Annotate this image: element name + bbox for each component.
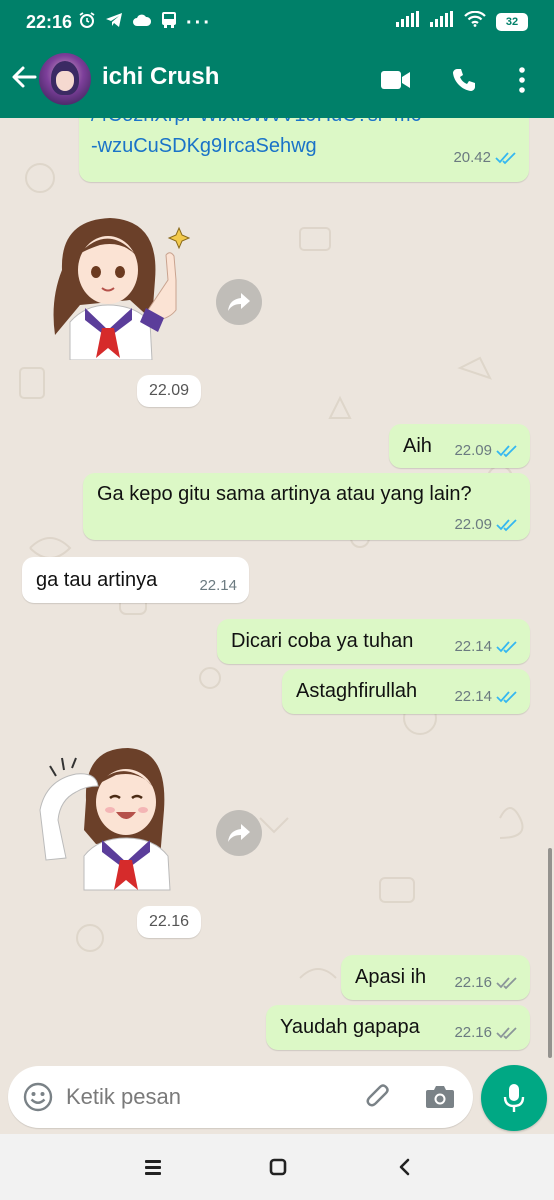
message-meta: 22.09	[454, 516, 518, 533]
message-text: Dicari coba ya tuhan	[231, 630, 414, 652]
message-meta: 22.14	[454, 638, 518, 655]
status-notification-icons: ···	[78, 11, 212, 34]
double-check-read-icon	[496, 518, 517, 531]
more-vertical-icon	[519, 67, 525, 93]
voice-call-button[interactable]	[446, 62, 482, 98]
menu-lines-icon	[145, 1160, 161, 1175]
telegram-icon	[105, 12, 123, 33]
forward-arrow-icon	[228, 824, 250, 842]
message-text: Apasi ih	[355, 966, 427, 988]
video-camera-icon	[381, 71, 410, 89]
message-text: Yaudah gapapa	[280, 1016, 420, 1038]
message-bubble-outgoing[interactable]: Yaudah gapapa 22.16	[266, 1005, 530, 1050]
alarm-icon	[78, 11, 96, 34]
emoji-button[interactable]	[22, 1081, 54, 1113]
system-back-button[interactable]	[389, 1152, 419, 1182]
message-time: 22.16	[454, 1024, 492, 1041]
sticker-thumbs-up[interactable]	[40, 210, 191, 361]
mic-button[interactable]	[481, 1065, 547, 1131]
message-bubble-outgoing[interactable]: Apasi ih 22.16	[341, 955, 530, 1000]
message-bubble-link[interactable]: /4CoznXrpPWiXfoWvV19HdC?si=m6 -wzuCuSDKg…	[79, 118, 529, 182]
message-bubble-outgoing[interactable]: Dicari coba ya tuhan 22.14	[217, 619, 530, 664]
double-check-delivered-icon	[496, 1026, 517, 1039]
sticker-time-badge: 22.09	[137, 375, 202, 407]
phone-icon	[453, 69, 475, 91]
message-meta: 22.09	[454, 442, 518, 459]
message-time: 22.14	[199, 577, 237, 594]
chevron-left-icon	[399, 1158, 410, 1176]
back-button[interactable]	[8, 61, 40, 93]
message-input[interactable]	[66, 1082, 346, 1112]
double-check-read-icon	[496, 690, 517, 703]
double-check-read-icon	[496, 640, 517, 653]
message-time: 22.14	[454, 688, 492, 705]
sticker-time-badge: 22.16	[137, 906, 202, 938]
paperclip-icon	[366, 1084, 389, 1107]
message-time: 20.42	[453, 149, 491, 166]
microphone-icon	[503, 1084, 525, 1112]
message-bubble-outgoing[interactable]: Astaghfirullah 22.14	[282, 669, 530, 714]
message-text: Ga kepo gitu sama artinya atau yang lain…	[97, 483, 472, 505]
camera-icon	[426, 1086, 454, 1108]
message-text: Aih	[403, 435, 432, 457]
message-bubble-outgoing[interactable]: Ga kepo gitu sama artinya atau yang lain…	[83, 473, 530, 540]
avatar[interactable]	[39, 53, 91, 105]
emoji-icon	[23, 1082, 53, 1112]
status-system-icons: 32	[396, 10, 528, 32]
camera-button[interactable]	[424, 1081, 456, 1113]
message-meta: 22.14	[199, 577, 237, 594]
square-home-icon	[269, 1158, 287, 1176]
chat-area[interactable]: /4CoznXrpPWiXfoWvV19HdC?si=m6 -wzuCuSDKg…	[0, 118, 554, 1062]
message-input-bar	[0, 1062, 554, 1134]
message-bubble-incoming[interactable]: ga tau artinya 22.14	[22, 557, 249, 603]
forward-button[interactable]	[216, 279, 262, 325]
double-check-read-icon	[495, 151, 516, 164]
wifi-icon	[464, 10, 486, 32]
home-button[interactable]	[263, 1152, 293, 1182]
recents-button[interactable]	[138, 1152, 168, 1182]
message-input-box	[8, 1066, 473, 1128]
signal-icon	[396, 11, 420, 32]
message-bubble-outgoing[interactable]: Aih 22.09	[389, 424, 530, 468]
double-check-read-icon	[496, 444, 517, 457]
message-text: ga tau artinya	[36, 569, 158, 591]
forward-button[interactable]	[216, 810, 262, 856]
message-link[interactable]: /4CoznXrpPWiXfoWvV19HdC?si=m6 -wzuCuSDKg…	[91, 118, 422, 162]
system-navigation-bar	[0, 1134, 554, 1200]
forward-arrow-icon	[228, 293, 250, 311]
chat-header: ichi Crush	[0, 44, 554, 118]
bus-icon	[161, 11, 177, 34]
menu-button[interactable]	[504, 62, 540, 98]
message-time: 22.14	[454, 638, 492, 655]
chat-scrollbar[interactable]	[548, 848, 552, 1058]
message-meta: 22.16	[454, 974, 518, 991]
message-time: 22.09	[454, 442, 492, 459]
signal-icon-2	[430, 11, 454, 32]
contact-name[interactable]: ichi Crush	[102, 63, 219, 91]
message-meta: 22.14	[454, 688, 518, 705]
top-bar: 22:16 ··· 32 ichi Crush	[0, 0, 554, 118]
video-call-button[interactable]	[378, 62, 414, 98]
more-notifications-icon: ···	[186, 11, 212, 34]
arrow-left-icon	[12, 66, 37, 88]
status-bar: 22:16 ··· 32	[0, 0, 554, 44]
attach-button[interactable]	[362, 1081, 394, 1113]
double-check-delivered-icon	[496, 976, 517, 989]
message-text: Astaghfirullah	[296, 680, 418, 702]
status-time: 22:16	[26, 12, 73, 32]
battery-icon: 32	[496, 12, 528, 31]
message-meta: 20.42	[453, 149, 517, 166]
message-time: 22.16	[454, 974, 492, 991]
cloud-icon	[132, 13, 152, 32]
message-meta: 22.16	[454, 1024, 518, 1041]
message-time: 22.09	[454, 516, 492, 533]
sticker-laughing[interactable]	[36, 740, 186, 892]
